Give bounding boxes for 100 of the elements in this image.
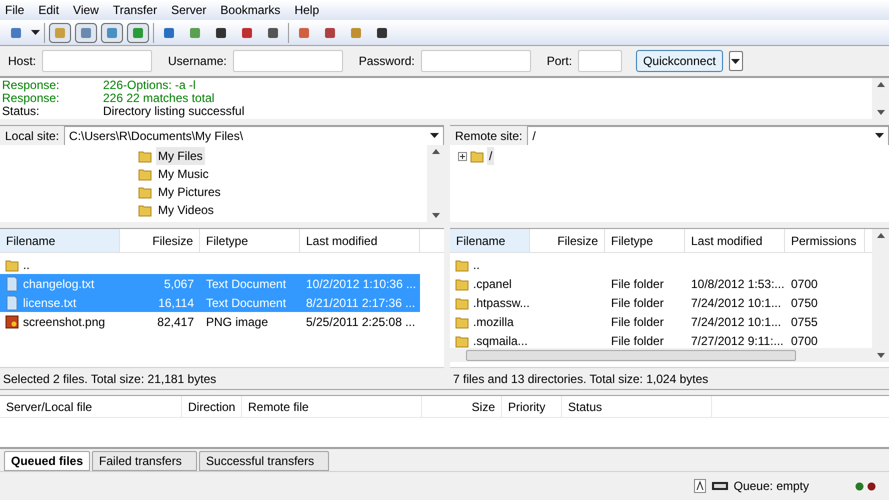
- folder-icon: [470, 149, 484, 163]
- scroll-up-icon[interactable]: [876, 82, 884, 87]
- column-header[interactable]: Last modified: [685, 229, 785, 252]
- modified-date: 7/24/2012 10:1...: [691, 314, 782, 328]
- scroll-down-icon[interactable]: [876, 110, 884, 115]
- tab[interactable]: Queued files: [4, 451, 90, 471]
- input-field[interactable]: [578, 50, 622, 72]
- column-header[interactable]: Last modified: [300, 229, 420, 252]
- file-type: File folder: [611, 334, 664, 348]
- path-combobox[interactable]: C:\Users\R\Documents\My Files\: [64, 126, 444, 146]
- tab[interactable]: Successful transfers: [199, 451, 330, 471]
- file-size: 16,114: [158, 294, 194, 312]
- tree-item[interactable]: /: [487, 147, 494, 165]
- column-header[interactable]: Remote file: [242, 396, 422, 417]
- column-header[interactable]: Filesize: [530, 229, 605, 252]
- file-name: .mozilla: [473, 314, 514, 330]
- menu-item[interactable]: Help: [294, 1, 320, 19]
- log-message: 226 22 matches total: [103, 92, 214, 105]
- dropdown-caret-icon[interactable]: [31, 30, 40, 35]
- toolbar-button[interactable]: [101, 22, 123, 42]
- toolbar-button[interactable]: [49, 22, 71, 42]
- document-icon: [5, 294, 19, 310]
- toolbar-button[interactable]: [75, 22, 97, 42]
- input-field[interactable]: [42, 50, 152, 72]
- document-icon: [5, 276, 19, 292]
- column-header[interactable]: Priority: [502, 396, 562, 417]
- file-type: File folder: [611, 296, 664, 310]
- activity-lights-icon: [855, 482, 877, 490]
- folder-icon: [138, 185, 152, 199]
- file-type: Text Document: [206, 276, 286, 290]
- scrollbar[interactable]: [872, 229, 889, 362]
- field-label: Host:: [8, 53, 36, 70]
- permissions: 0700: [791, 334, 818, 348]
- column-header[interactable]: Filesize: [120, 229, 200, 252]
- file-size: 5,067: [164, 276, 194, 292]
- toolbar-icon: [162, 26, 176, 40]
- scroll-up-icon[interactable]: [876, 233, 884, 238]
- folder-icon: [138, 149, 152, 163]
- toolbar-icon: [79, 26, 93, 40]
- toolbar-icon: [105, 26, 119, 40]
- tree-item[interactable]: My Music: [156, 165, 211, 183]
- tree-item[interactable]: My Videos: [156, 201, 216, 219]
- modified-date: 10/2/2012 1:10:36 ...: [306, 276, 416, 290]
- scroll-down-icon[interactable]: [876, 353, 884, 358]
- tree-item[interactable]: My Pictures: [156, 183, 223, 201]
- menu-item[interactable]: Server: [171, 1, 206, 19]
- dropdown-caret-icon[interactable]: [875, 133, 884, 138]
- field-label: Username:: [168, 53, 227, 70]
- dropdown-button[interactable]: [728, 51, 743, 71]
- modified-date: 7/24/2012 10:1...: [691, 296, 782, 310]
- file-name: screenshot.png: [23, 314, 106, 330]
- toolbar-icon: [214, 26, 228, 40]
- input-field[interactable]: [420, 50, 531, 72]
- toolbar-icon: [349, 26, 363, 40]
- file-type: Text Document: [206, 296, 286, 310]
- menu-item[interactable]: File: [5, 1, 24, 19]
- tree-item[interactable]: My Files: [156, 147, 205, 165]
- column-header[interactable]: Filetype: [200, 229, 300, 252]
- toolbar-button[interactable]: [127, 22, 149, 42]
- filter-icon[interactable]: [694, 479, 706, 493]
- toolbar-icon: [53, 26, 67, 40]
- column-header[interactable]: Filename: [450, 229, 530, 252]
- column-header[interactable]: Status: [562, 396, 712, 417]
- column-header[interactable]: Size: [422, 396, 502, 417]
- column-header[interactable]: Direction: [182, 396, 242, 417]
- menu-item[interactable]: Edit: [38, 1, 60, 19]
- path-combobox[interactable]: /: [527, 126, 889, 146]
- field-label: Password:: [358, 53, 415, 70]
- input-field[interactable]: [232, 50, 343, 72]
- menu-item[interactable]: Transfer: [112, 1, 158, 19]
- file-name: ..: [473, 256, 480, 274]
- menu-item[interactable]: Bookmarks: [220, 1, 280, 19]
- file-row[interactable]: screenshot.png 82,417 PNG image 5/25/2011 2:25:08 ...: [0, 312, 420, 331]
- file-row[interactable]: ..: [0, 255, 420, 274]
- modified-date: 7/27/2012 9:11:...: [691, 334, 784, 348]
- column-header[interactable]: Filetype: [605, 229, 685, 252]
- dropdown-caret-icon[interactable]: [430, 133, 439, 138]
- quickconnect-button[interactable]: Quickconnect: [636, 50, 723, 72]
- toolbar-icon: [323, 26, 337, 40]
- toolbar-icon: [188, 26, 202, 40]
- toolbar-icon: [240, 26, 254, 40]
- folder-icon: [455, 314, 469, 328]
- file-size: 82,417: [157, 314, 194, 330]
- scroll-down-icon[interactable]: [432, 213, 440, 218]
- dropdown-caret-icon[interactable]: [731, 58, 740, 64]
- image-file-icon: [5, 314, 19, 328]
- folder-icon: [138, 203, 152, 217]
- column-header[interactable]: Filename: [0, 229, 120, 252]
- column-header[interactable]: Permissions: [785, 229, 865, 252]
- tab[interactable]: Failed transfers: [92, 451, 198, 471]
- file-name: .htpassw...: [473, 294, 530, 312]
- modified-date: 10/8/2012 1:53:...: [691, 276, 784, 290]
- expand-icon[interactable]: [458, 152, 467, 160]
- column-header[interactable]: Server/Local file: [0, 396, 182, 417]
- toolbar-icon: [297, 26, 311, 40]
- scrollbar[interactable]: [872, 78, 889, 119]
- file-name: ..: [23, 256, 30, 274]
- scroll-up-icon[interactable]: [432, 149, 440, 154]
- menu-item[interactable]: View: [73, 1, 99, 19]
- file-name: license.txt: [23, 294, 76, 312]
